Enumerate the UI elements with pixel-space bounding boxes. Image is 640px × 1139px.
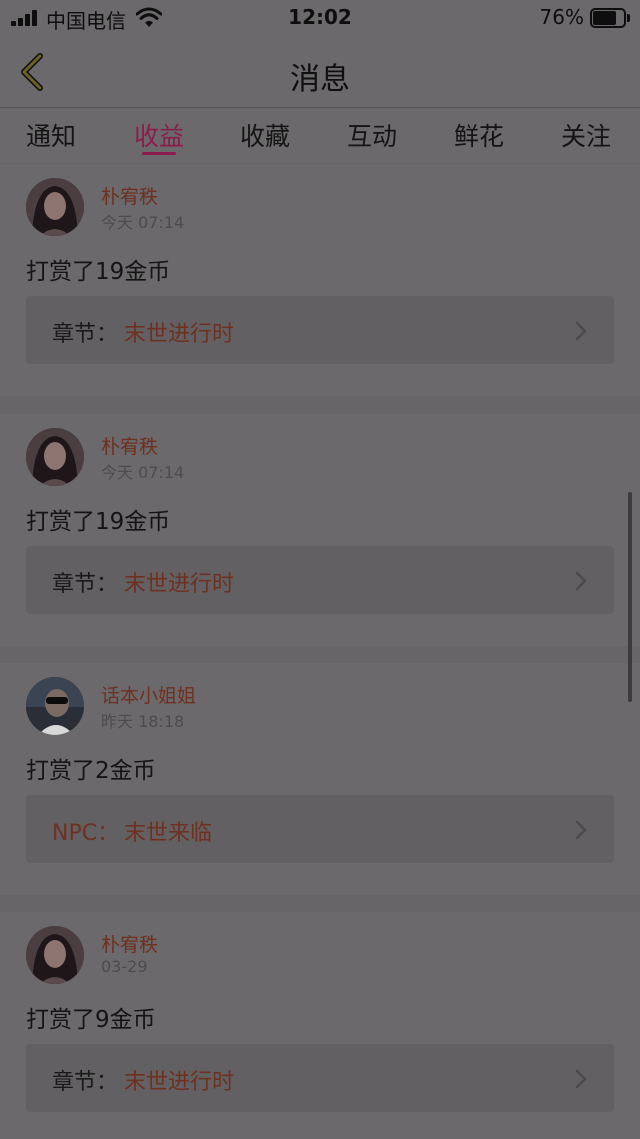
chevron-right-icon [575,571,587,591]
reward-text: 打赏了2金币 [26,758,156,784]
scrollbar[interactable] [628,492,632,702]
message-card: 朴宥秩 03-29 打赏了9金币 章节： 末世进行时 [0,912,640,1139]
tab-favorites[interactable]: 收藏 [240,117,290,153]
reward-text: 打赏了19金币 [26,509,171,535]
sender-name[interactable]: 朴宥秩 [101,930,158,957]
message-time: 03-29 [101,957,148,976]
message-time: 今天 07:14 [101,463,185,482]
active-tab-indicator [142,152,176,155]
chevron-right-icon [575,820,587,840]
nav-bar: 消息 [0,36,640,108]
sender-name[interactable]: 话本小姐姐 [101,681,196,708]
tab-earnings[interactable]: 收益 [134,117,184,153]
link-label: 章节： [52,572,119,597]
link-value: 末世来临 [124,821,213,846]
message-card: 话本小姐姐 昨天 18:18 打赏了2金币 NPC： 末世来临 [0,663,640,895]
status-bar: 中国电信 12:02 76% [0,0,640,36]
page-title: 消息 [290,62,350,97]
tab-bar: 通知 收益 收藏 互动 鲜花 关注 [0,109,640,163]
link-value: 末世进行时 [124,572,235,597]
sender-name[interactable]: 朴宥秩 [101,182,158,209]
avatar[interactable] [26,926,84,984]
link-value: 末世进行时 [124,322,235,347]
npc-link[interactable]: NPC： 末世来临 [26,795,614,863]
message-card: 朴宥秩 今天 07:14 打赏了19金币 章节： 末世进行时 [0,414,640,646]
tab-following[interactable]: 关注 [561,117,611,153]
chapter-link[interactable]: 章节： 末世进行时 [26,1044,614,1112]
link-label: 章节： [52,322,119,347]
link-label: NPC： [52,821,120,846]
avatar[interactable] [26,178,84,236]
message-time: 今天 07:14 [101,213,185,232]
battery-icon [590,8,630,28]
message-card: 朴宥秩 今天 07:14 打赏了19金币 章节： 末世进行时 [0,164,640,396]
chapter-link[interactable]: 章节： 末世进行时 [26,296,614,364]
avatar[interactable] [26,428,84,486]
battery-percent: 76% [539,5,584,29]
reward-text: 打赏了9金币 [26,1007,156,1033]
avatar[interactable] [26,677,84,735]
chevron-right-icon [575,1069,587,1089]
tab-interactions[interactable]: 互动 [347,117,397,153]
tab-flowers[interactable]: 鲜花 [454,117,504,153]
link-value: 末世进行时 [124,1070,235,1095]
reward-text: 打赏了19金币 [26,259,171,285]
chapter-link[interactable]: 章节： 末世进行时 [26,546,614,614]
tab-notifications[interactable]: 通知 [26,117,76,153]
link-label: 章节： [52,1070,119,1095]
sender-name[interactable]: 朴宥秩 [101,432,158,459]
chevron-right-icon [575,321,587,341]
message-time: 昨天 18:18 [101,712,185,731]
